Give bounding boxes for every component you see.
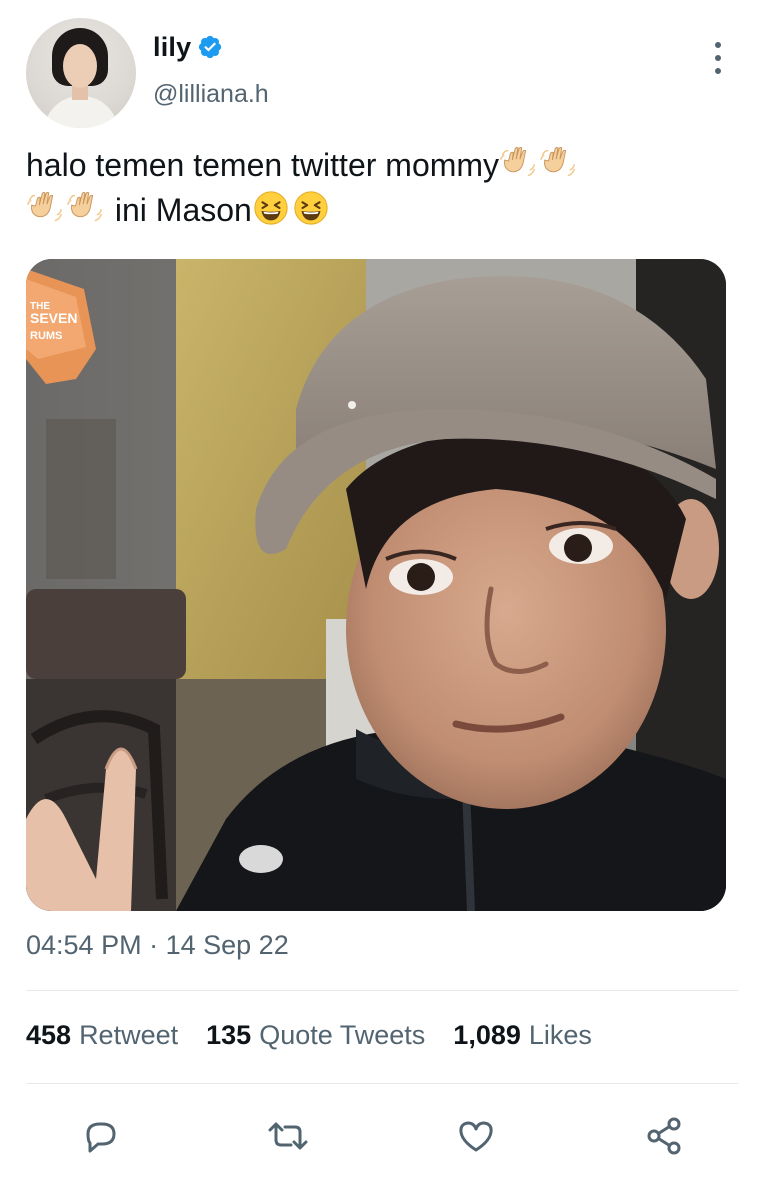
- retweet-icon[interactable]: [260, 1108, 316, 1164]
- quote-tweets-count: 135: [206, 1020, 252, 1050]
- tweet-text-part-2: ini Mason: [114, 192, 252, 228]
- tweet-text: halo temen temen twitter mommy ini Mason: [26, 143, 726, 233]
- verified-badge-icon: [199, 35, 222, 59]
- tweet-date: 14 Sep 22: [165, 930, 289, 960]
- tweet-text-line-1: halo temen temen twitter mommy: [26, 143, 726, 188]
- photo-boy-in-cap: THE SEVEN RUMS: [26, 259, 726, 911]
- name-row[interactable]: lily: [153, 31, 223, 63]
- retweets-stat[interactable]: 458 Retweet: [26, 1020, 178, 1051]
- quote-tweets-label: Quote Tweets: [259, 1020, 426, 1050]
- share-icon[interactable]: [636, 1108, 692, 1164]
- divider: [26, 1083, 738, 1084]
- likes-count: 1,089: [453, 1020, 521, 1050]
- user-handle[interactable]: @lilliana.h: [153, 80, 269, 109]
- retweets-count: 458: [26, 1020, 72, 1050]
- grinning-squinting-face-icon: [252, 189, 290, 227]
- display-name[interactable]: lily: [153, 32, 191, 63]
- likes-label: Likes: [528, 1020, 592, 1050]
- grinning-squinting-face-icon: [292, 189, 330, 227]
- engagement-stats: 458 Retweet 135 Quote Tweets 1,089 Likes: [26, 1020, 592, 1051]
- waving-hand-icon: [66, 189, 104, 227]
- tweet-header: lily @lilliana.h: [26, 18, 738, 130]
- tweet-timestamp[interactable]: 04:54 PM · 14 Sep 22: [26, 930, 289, 961]
- more-options-icon[interactable]: [706, 40, 730, 76]
- tweet-time: 04:54 PM: [26, 930, 142, 960]
- waving-hand-icon: [499, 144, 537, 182]
- avatar[interactable]: [26, 18, 136, 128]
- divider: [26, 990, 738, 991]
- waving-hand-icon: [539, 144, 577, 182]
- likes-stat[interactable]: 1,089 Likes: [453, 1020, 592, 1051]
- sign-text-3: RUMS: [30, 330, 62, 342]
- tweet-text-part-1: halo temen temen twitter mommy: [26, 147, 500, 183]
- like-icon[interactable]: [448, 1108, 504, 1164]
- reply-icon[interactable]: [72, 1108, 128, 1164]
- quote-tweets-stat[interactable]: 135 Quote Tweets: [206, 1020, 425, 1051]
- waving-hand-icon: [26, 189, 64, 227]
- retweets-label: Retweet: [79, 1020, 179, 1050]
- tweet-text-line-2: ini Mason: [26, 188, 726, 233]
- sign-text-2: SEVEN: [30, 310, 77, 326]
- tweet-photo[interactable]: THE SEVEN RUMS: [26, 259, 726, 911]
- tweet-action-bar: [0, 1108, 764, 1164]
- timestamp-separator: ·: [149, 930, 159, 960]
